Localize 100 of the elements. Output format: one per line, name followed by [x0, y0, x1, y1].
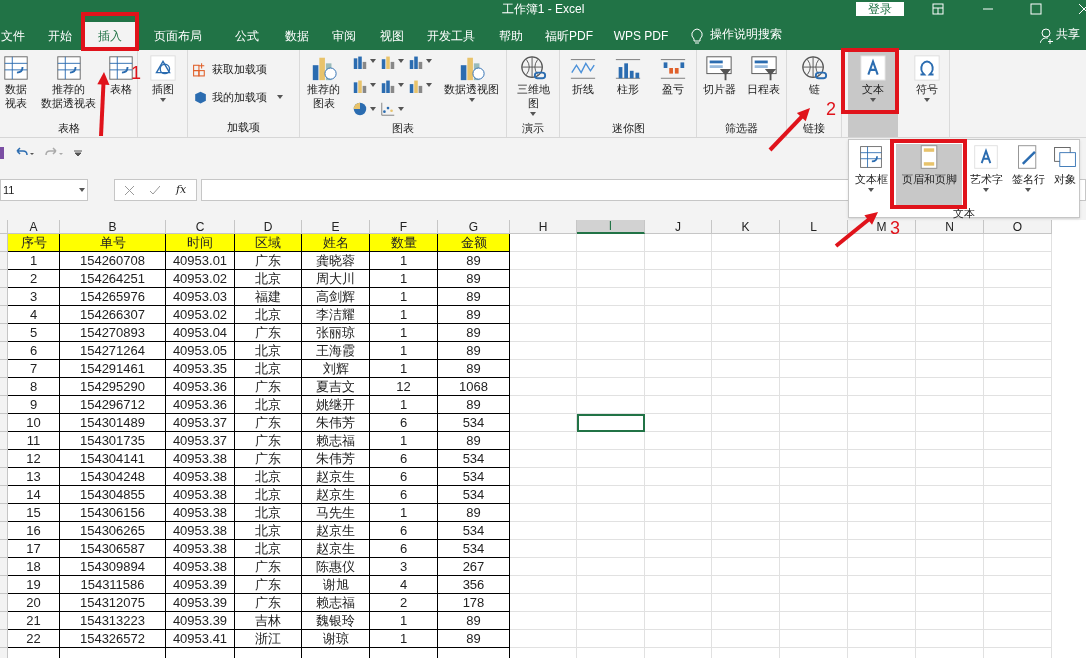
column-header[interactable]: L: [780, 220, 848, 234]
table-cell: 6: [370, 468, 438, 486]
row-header[interactable]: [0, 342, 8, 360]
ribbon-button[interactable]: 推荐的 数据透视表: [39, 50, 98, 120]
name-box[interactable]: 11: [0, 179, 88, 201]
ribbon-button[interactable]: 切片器: [700, 50, 738, 120]
ribbon-button[interactable]: 文本: [848, 50, 899, 137]
corner-cell[interactable]: [0, 220, 8, 234]
row-header[interactable]: [0, 396, 8, 414]
row-header[interactable]: [0, 378, 8, 396]
ribbon-button[interactable]: 数据 视表: [0, 50, 32, 120]
share-button[interactable]: 共享: [1056, 25, 1080, 43]
maximize-icon[interactable]: [1030, 3, 1042, 15]
ribbon-tab[interactable]: 福昕PDF: [536, 22, 602, 50]
ribbon-button[interactable]: 插图: [146, 50, 179, 120]
ribbon-button[interactable]: 折线: [566, 50, 599, 120]
ribbon-display-icon[interactable]: [932, 3, 944, 15]
ribbon-tab[interactable]: 页面布局: [136, 22, 220, 50]
row-header[interactable]: [0, 450, 8, 468]
table-cell: 6: [370, 522, 438, 540]
ribbon-tab[interactable]: 审阅: [320, 22, 368, 50]
row-header[interactable]: [0, 540, 8, 558]
column-header[interactable]: H: [510, 220, 577, 234]
ribbon-tab[interactable]: 数据: [274, 22, 320, 50]
check-icon[interactable]: [150, 185, 160, 195]
selected-cell[interactable]: [577, 414, 645, 432]
table-cell: 534: [438, 468, 510, 486]
row-header[interactable]: [0, 324, 8, 342]
row-header[interactable]: [0, 558, 8, 576]
table-cell: 534: [438, 522, 510, 540]
addin-button[interactable]: 我的加载项: [192, 86, 283, 108]
lightbulb-icon: [690, 28, 704, 44]
column-header[interactable]: K: [712, 220, 780, 234]
column-header[interactable]: F: [370, 220, 438, 234]
column-header[interactable]: J: [645, 220, 712, 234]
row-header[interactable]: [0, 612, 8, 630]
ribbon-button[interactable]: 符号: [910, 50, 943, 120]
ribbon-button[interactable]: 日程表: [745, 50, 783, 120]
table-cell: 89: [438, 630, 510, 648]
cube-icon: [192, 89, 208, 105]
ribbon-tab[interactable]: 公式: [220, 22, 274, 50]
ribbon-tab[interactable]: 开始: [36, 22, 84, 50]
row-header[interactable]: [0, 504, 8, 522]
row-header[interactable]: [0, 270, 8, 288]
column-header[interactable]: G: [438, 220, 510, 234]
row-header[interactable]: [0, 360, 8, 378]
save-icon[interactable]: [0, 147, 4, 159]
column-header[interactable]: C: [166, 220, 235, 234]
row-header[interactable]: [0, 630, 8, 648]
column-header[interactable]: A: [8, 220, 60, 234]
ribbon-tab[interactable]: WPS PDF: [602, 22, 680, 50]
ribbon-tab[interactable]: 文件: [0, 22, 36, 50]
table-cell: 1: [370, 612, 438, 630]
ribbon-button[interactable]: 柱形: [612, 50, 644, 120]
search-hint[interactable]: 操作说明搜索: [710, 25, 782, 43]
ribbon-tab[interactable]: 视图: [368, 22, 416, 50]
column-header[interactable]: E: [302, 220, 370, 234]
caret-icon: [983, 188, 989, 192]
row-header[interactable]: [0, 468, 8, 486]
table-cell: 马先生: [302, 504, 370, 522]
ribbon-tab[interactable]: 帮助: [486, 22, 536, 50]
text-menu-item[interactable]: 艺术字: [968, 144, 1004, 207]
column-header[interactable]: N: [916, 220, 984, 234]
table-cell: 北京: [235, 522, 302, 540]
table-cell: 夏吉文: [302, 378, 370, 396]
table-cell: 广东: [235, 324, 302, 342]
column-header[interactable]: D: [235, 220, 302, 234]
text-menu-item[interactable]: 文本框: [852, 144, 890, 207]
row-header[interactable]: [0, 522, 8, 540]
row-header[interactable]: [0, 576, 8, 594]
table-cell: 89: [438, 432, 510, 450]
ribbon-button[interactable]: 三维地 图: [514, 50, 552, 120]
chart-type-button[interactable]: [380, 100, 404, 118]
ribbon-button[interactable]: 数据透视图: [442, 50, 501, 120]
customize-icon[interactable]: [74, 149, 82, 157]
insert-function-button[interactable]: fx: [176, 181, 187, 199]
text-menu-item[interactable]: 签名行: [1010, 144, 1046, 207]
add-in-icon: [192, 61, 208, 77]
text-menu-item[interactable]: 对象: [1052, 144, 1078, 207]
ribbon-button[interactable]: 推荐的 图表: [305, 50, 342, 120]
table-cell: 10: [8, 414, 60, 432]
row-header[interactable]: [0, 486, 8, 504]
text-menu-item[interactable]: 页眉和页脚: [896, 144, 962, 207]
cancel-icon[interactable]: [125, 185, 134, 195]
addin-button[interactable]: 获取加载项: [192, 58, 267, 80]
ribbon-button[interactable]: 盈亏: [657, 50, 690, 120]
row-header[interactable]: [0, 288, 8, 306]
chart-type-button[interactable]: [352, 100, 376, 118]
column-header[interactable]: B: [60, 220, 166, 234]
ribbon-tab[interactable]: 开发工具: [416, 22, 486, 50]
row-header[interactable]: [0, 432, 8, 450]
row-header[interactable]: [0, 594, 8, 612]
login-button[interactable]: 登录: [856, 2, 904, 16]
table-cell: 154291461: [60, 360, 166, 378]
row-header[interactable]: [0, 414, 8, 432]
row-header[interactable]: [0, 306, 8, 324]
row-header[interactable]: [0, 234, 8, 252]
column-header[interactable]: I: [577, 220, 645, 234]
column-header[interactable]: O: [984, 220, 1052, 234]
row-header[interactable]: [0, 252, 8, 270]
